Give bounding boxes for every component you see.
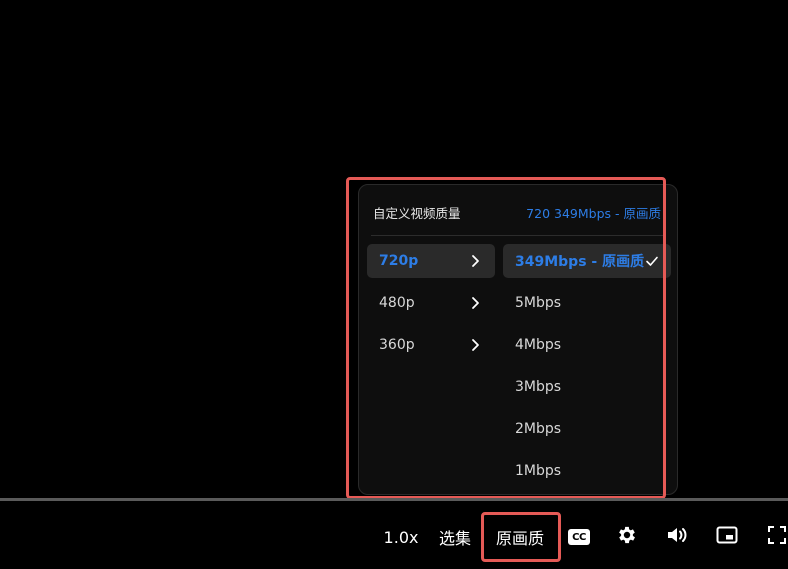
bitrate-label: 1Mbps bbox=[515, 463, 562, 479]
quality-menu: 自定义视频质量 720 349Mbps - 原画质 720p 480p 360p… bbox=[358, 184, 678, 495]
bitrate-item-2mbps[interactable]: 2Mbps bbox=[503, 412, 671, 446]
fullscreen-button[interactable] bbox=[764, 524, 788, 550]
fullscreen-icon bbox=[767, 525, 787, 549]
bitrate-item-1mbps[interactable]: 1Mbps bbox=[503, 454, 671, 488]
quality-button[interactable]: 原画质 bbox=[490, 524, 550, 550]
resolution-label: 360p bbox=[379, 337, 415, 353]
bitrate-item-3mbps[interactable]: 3Mbps bbox=[503, 370, 671, 404]
volume-button[interactable] bbox=[664, 524, 690, 550]
bitrate-list: 349Mbps - 原画质 5Mbps 4Mbps 3Mbps 2Mbps 1M… bbox=[503, 244, 671, 496]
divider bbox=[371, 235, 665, 236]
resolution-item-360p[interactable]: 360p bbox=[367, 328, 495, 362]
gear-icon bbox=[616, 524, 638, 550]
quality-menu-title: 自定义视频质量 bbox=[373, 205, 461, 221]
cc-button[interactable]: CC bbox=[566, 524, 592, 550]
bitrate-label: 3Mbps bbox=[515, 379, 562, 395]
bitrate-item-349mbps[interactable]: 349Mbps - 原画质 bbox=[503, 244, 671, 278]
pip-icon bbox=[716, 526, 738, 548]
episodes-button[interactable]: 选集 bbox=[437, 524, 473, 550]
bitrate-label: 5Mbps bbox=[515, 295, 562, 311]
quality-menu-header: 自定义视频质量 720 349Mbps - 原画质 bbox=[373, 202, 661, 222]
checkmark-icon bbox=[645, 254, 659, 268]
playback-speed-button[interactable]: 1.0x bbox=[384, 524, 419, 550]
pip-button[interactable] bbox=[714, 524, 740, 550]
control-bar: 1.0x 选集 原画质 CC bbox=[0, 501, 788, 569]
bitrate-item-5mbps[interactable]: 5Mbps bbox=[503, 286, 671, 320]
settings-button[interactable] bbox=[614, 524, 640, 550]
bitrate-label: 349Mbps - 原画质 bbox=[515, 254, 645, 270]
volume-icon bbox=[665, 524, 689, 550]
resolution-item-720p[interactable]: 720p bbox=[367, 244, 495, 278]
resolution-list: 720p 480p 360p bbox=[367, 244, 495, 370]
resolution-label: 480p bbox=[379, 295, 415, 311]
bitrate-label: 4Mbps bbox=[515, 337, 562, 353]
resolution-label: 720p bbox=[379, 253, 419, 269]
cc-icon: CC bbox=[568, 529, 590, 545]
current-quality-label: 720 349Mbps - 原画质 bbox=[526, 205, 661, 221]
chevron-right-icon bbox=[467, 253, 483, 269]
resolution-item-480p[interactable]: 480p bbox=[367, 286, 495, 320]
chevron-right-icon bbox=[467, 337, 483, 353]
bitrate-item-4mbps[interactable]: 4Mbps bbox=[503, 328, 671, 362]
chevron-right-icon bbox=[467, 295, 483, 311]
bitrate-label: 2Mbps bbox=[515, 421, 562, 437]
